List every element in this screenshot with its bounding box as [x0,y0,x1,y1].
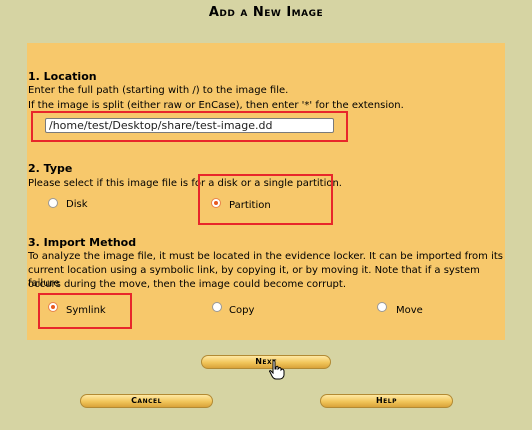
path-highlight-box [31,111,348,142]
hand-cursor-icon [269,360,285,380]
type-heading: 2. Type [28,162,73,175]
move-label: Move [396,305,423,316]
disk-label: Disk [66,199,88,210]
import-instruction-1: To analyze the image file, it must be lo… [28,251,504,262]
import-instruction-3: occurs during the move, then the image c… [28,279,347,290]
location-instruction-1: Enter the full path (starting with /) to… [28,85,289,96]
help-button[interactable]: Help [320,394,453,408]
import-heading: 3. Import Method [28,236,137,249]
form-panel: 1. Location Enter the full path (startin… [27,43,505,340]
move-radio[interactable] [377,302,387,312]
symlink-highlight-box [38,293,132,329]
location-heading: 1. Location [28,70,97,83]
next-button[interactable]: Next [201,355,331,369]
copy-label: Copy [229,305,255,316]
cancel-button[interactable]: Cancel [80,394,213,408]
page-title: Add a New Image [208,5,324,20]
copy-radio[interactable] [212,302,222,312]
disk-radio[interactable] [48,198,58,208]
partition-highlight-box [198,174,333,225]
